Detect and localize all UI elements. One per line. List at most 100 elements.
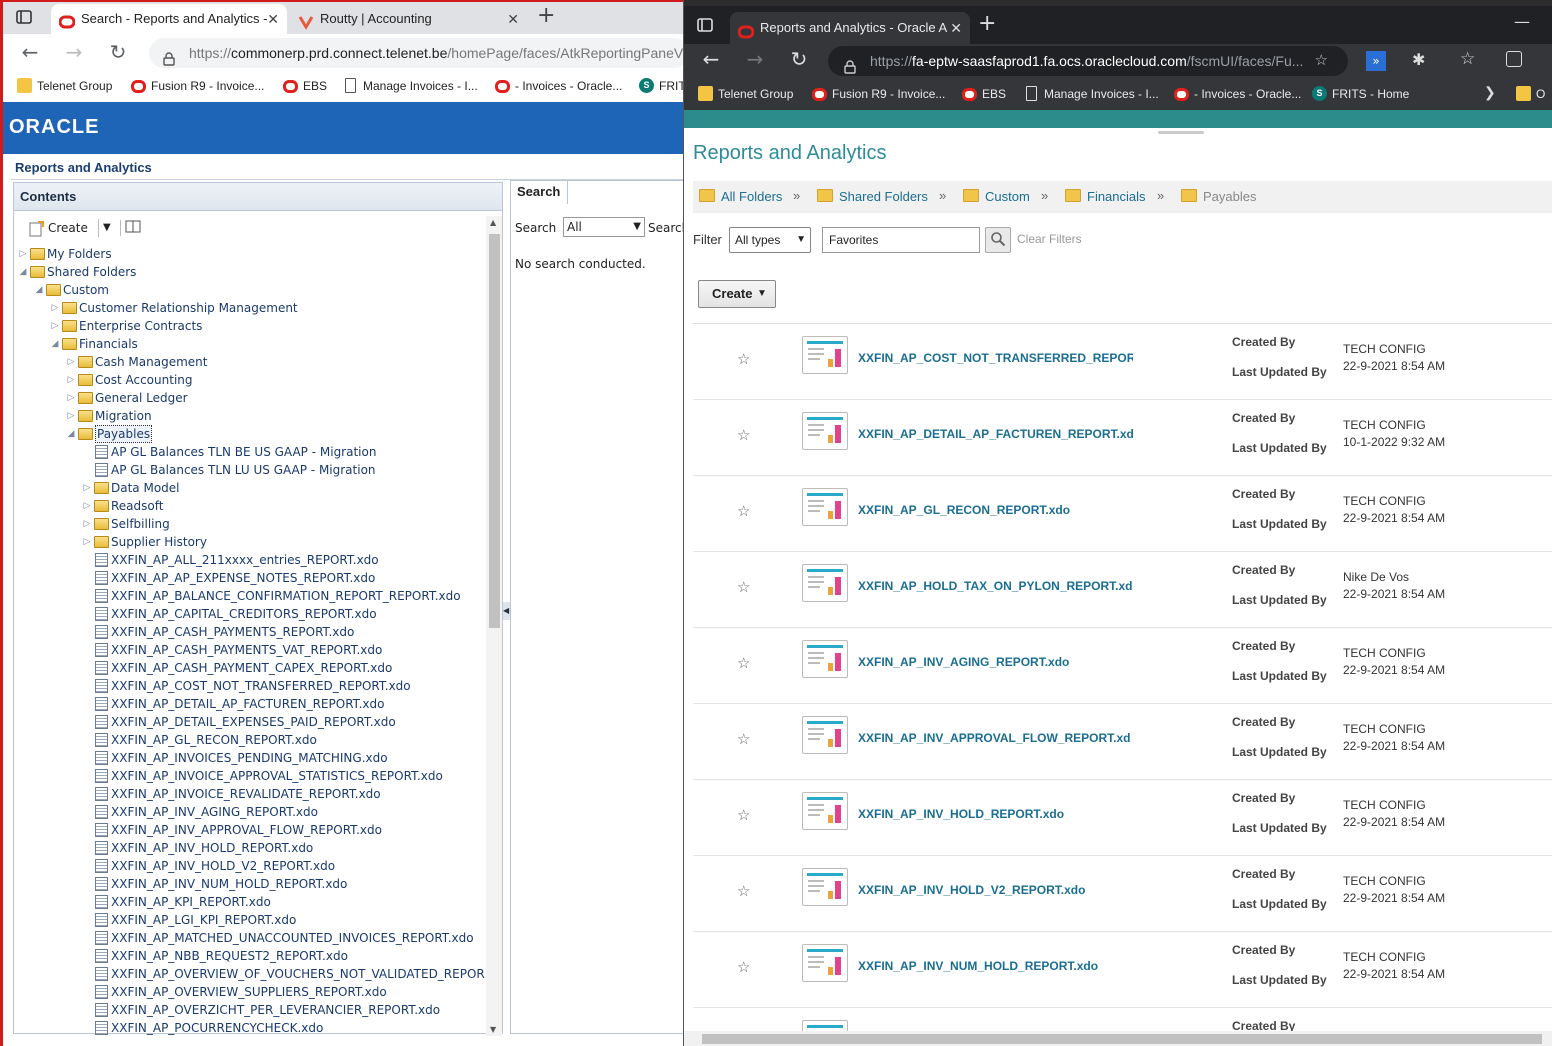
clear-filters-link[interactable]: Clear Filters xyxy=(1017,232,1082,246)
tab-search-reports[interactable]: Search - Reports and Analytics - ✕ xyxy=(51,4,287,34)
bookmark-telenet-group[interactable]: Telenet Group xyxy=(698,85,793,103)
reload-icon[interactable]: ↻ xyxy=(107,42,129,64)
tree-folder-item[interactable]: ▷ Selfbilling xyxy=(82,515,486,533)
scroll-up-icon[interactable]: ▲ xyxy=(490,218,496,227)
report-name-link[interactable]: XXFIN_AP_INV_NUM_HOLD_REPORT.xdo xyxy=(858,959,1133,973)
expanded-triangle-icon[interactable]: ◢ xyxy=(18,263,28,281)
collapsed-triangle-icon[interactable]: ▷ xyxy=(82,515,92,533)
tree-report-item[interactable]: XXFIN_AP_INVOICE_APPROVAL_STATISTICS_REP… xyxy=(82,767,486,785)
collapsed-triangle-icon[interactable]: ▷ xyxy=(82,479,92,497)
tree-report-item[interactable]: XXFIN_AP_BALANCE_CONFIRMATION_REPORT_REP… xyxy=(82,587,486,605)
report-name-link[interactable]: XXFIN_AP_DETAIL_AP_FACTUREN_REPORT.xd xyxy=(858,427,1133,441)
tree-report-item[interactable]: XXFIN_AP_INV_HOLD_V2_REPORT.xdo xyxy=(82,857,486,875)
favorite-star-icon[interactable]: ☆ xyxy=(737,806,750,824)
bookmark-manage-invoices[interactable]: Manage Invoices - I... xyxy=(1024,85,1159,103)
tree-report-item[interactable]: XXFIN_AP_INV_HOLD_REPORT.xdo xyxy=(82,839,486,857)
bookmark-ebs[interactable]: EBS xyxy=(962,85,1006,103)
more-bookmarks-icon[interactable]: ❯ xyxy=(1484,84,1496,101)
tree-report-item[interactable]: XXFIN_AP_LGI_KPI_REPORT.xdo xyxy=(82,911,486,929)
create-button[interactable]: Create xyxy=(48,221,88,235)
tree-report-item[interactable]: XXFIN_AP_INVOICE_REVALIDATE_REPORT.xdo xyxy=(82,785,486,803)
forward-icon[interactable]: → xyxy=(744,49,766,71)
report-name-link[interactable]: XXFIN_AP_COST_NOT_TRANSFERRED_REPOR xyxy=(858,351,1133,365)
report-thumbnail-icon[interactable] xyxy=(802,944,848,982)
back-icon[interactable]: ← xyxy=(700,49,722,71)
bookmark-frits-home[interactable]: S FRITS - Home xyxy=(1312,85,1409,103)
report-thumbnail-icon[interactable] xyxy=(802,488,848,526)
bookmark-telenet-group[interactable]: Telenet Group xyxy=(17,77,112,95)
favorite-star-icon[interactable]: ☆ xyxy=(737,426,750,444)
tree-scrollbar-thumb[interactable] xyxy=(489,234,500,628)
favorite-star-icon[interactable]: ☆ xyxy=(737,350,750,368)
report-name-link[interactable]: XXFIN_AP_INV_APPROVAL_FLOW_REPORT.xd xyxy=(858,731,1133,745)
search-button[interactable] xyxy=(985,227,1011,253)
tree-folder-item[interactable]: ▷ General Ledger xyxy=(66,389,486,407)
create-button[interactable]: Create ▼ xyxy=(698,280,776,308)
create-dropdown-icon[interactable]: ▼ xyxy=(98,219,111,237)
close-tab-icon[interactable]: ✕ xyxy=(950,12,962,44)
tree-report-item[interactable]: XXFIN_AP_POCURRENCYCHECK.xdo xyxy=(82,1019,486,1035)
reload-icon[interactable]: ↻ xyxy=(788,49,810,71)
breadcrumb-financials[interactable]: Financials xyxy=(1065,188,1146,206)
breadcrumb-shared-folders[interactable]: Shared Folders xyxy=(817,188,928,206)
breadcrumb-custom[interactable]: Custom xyxy=(963,188,1030,206)
bookmark-invoices-oracle[interactable]: - Invoices - Oracle... xyxy=(495,77,622,95)
collapsed-triangle-icon[interactable]: ▷ xyxy=(82,497,92,515)
bookmark-ebs[interactable]: EBS xyxy=(283,77,327,95)
tree-report-item[interactable]: XXFIN_AP_DETAIL_EXPENSES_PAID_REPORT.xdo xyxy=(82,713,486,731)
bookmark-fusion[interactable]: Fusion R9 - Invoice... xyxy=(131,77,264,95)
extension-icon[interactable]: » xyxy=(1366,51,1386,71)
back-icon[interactable]: ← xyxy=(19,42,41,64)
tree-folder-item[interactable]: ▷ My Folders xyxy=(18,245,486,263)
report-name-link[interactable]: XXFIN_AP_INV_HOLD_REPORT.xdo xyxy=(858,807,1133,821)
report-name-link[interactable]: XXFIN_AP_GL_RECON_REPORT.xdo xyxy=(858,503,1133,517)
favorite-star-icon[interactable]: ☆ xyxy=(737,730,750,748)
tree-report-item[interactable]: XXFIN_AP_CAPITAL_CREDITORS_REPORT.xdo xyxy=(82,605,486,623)
report-thumbnail-icon[interactable] xyxy=(802,716,848,754)
tree-report-item[interactable]: XXFIN_AP_NBB_REQUEST2_REPORT.xdo xyxy=(82,947,486,965)
address-bar[interactable]: https://commonerp.prd.connect.telenet.be… xyxy=(149,38,683,68)
tree-report-item[interactable]: XXFIN_AP_MATCHED_UNACCOUNTED_INVOICES_RE… xyxy=(82,929,486,947)
collapsed-triangle-icon[interactable]: ▷ xyxy=(66,389,76,407)
collapsed-triangle-icon[interactable]: ▷ xyxy=(66,371,76,389)
tree-report-item[interactable]: XXFIN_AP_DETAIL_AP_FACTUREN_REPORT.xdo xyxy=(82,695,486,713)
horizontal-scrollbar-thumb[interactable] xyxy=(702,1034,1542,1044)
report-name-link[interactable]: XXFIN_AP_INV_AGING_REPORT.xdo xyxy=(858,655,1133,669)
collapsed-triangle-icon[interactable]: ▷ xyxy=(82,533,92,551)
expanded-triangle-icon[interactable]: ◢ xyxy=(34,281,44,299)
report-thumbnail-icon[interactable] xyxy=(802,336,848,374)
collapse-arrow-icon[interactable]: ◀ xyxy=(503,602,510,620)
tree-report-item[interactable]: AP GL Balances TLN BE US GAAP - Migratio… xyxy=(82,443,486,461)
collapsed-triangle-icon[interactable]: ▷ xyxy=(50,317,60,335)
tree-report-item[interactable]: AP GL Balances TLN LU US GAAP - Migratio… xyxy=(82,461,486,479)
tree-report-item[interactable]: XXFIN_AP_INV_AGING_REPORT.xdo xyxy=(82,803,486,821)
tree-report-item[interactable]: XXFIN_AP_COST_NOT_TRANSFERRED_REPORT.xdo xyxy=(82,677,486,695)
scroll-down-icon[interactable]: ▼ xyxy=(490,1025,496,1034)
tree-report-item[interactable]: XXFIN_AP_OVERVIEW_OF_VOUCHERS_NOT_VALIDA… xyxy=(82,965,486,983)
tree-report-item[interactable]: XXFIN_AP_INV_NUM_HOLD_REPORT.xdo xyxy=(82,875,486,893)
expanded-triangle-icon[interactable]: ◢ xyxy=(66,425,76,443)
add-favorite-icon[interactable]: ☆ xyxy=(1315,46,1328,76)
tree-report-item[interactable]: XXFIN_AP_CASH_PAYMENTS_VAT_REPORT.xdo xyxy=(82,641,486,659)
tree-folder-item[interactable]: ◢ Payables xyxy=(66,425,486,443)
collapsed-triangle-icon[interactable]: ▷ xyxy=(66,407,76,425)
close-tab-icon[interactable]: ✕ xyxy=(267,4,279,34)
report-thumbnail-icon[interactable] xyxy=(802,412,848,450)
tree-report-item[interactable]: XXFIN_AP_OVERVIEW_SUPPLIERS_REPORT.xdo xyxy=(82,983,486,1001)
expanded-triangle-icon[interactable]: ◢ xyxy=(50,335,60,353)
tab-reports-analytics[interactable]: Reports and Analytics - Oracle A ✕ xyxy=(730,12,970,44)
collapsed-triangle-icon[interactable]: ▷ xyxy=(66,353,76,371)
search-scope-select[interactable]: All ▼ xyxy=(563,217,645,237)
tree-folder-item[interactable]: ▷ Migration xyxy=(66,407,486,425)
report-thumbnail-icon[interactable] xyxy=(802,640,848,678)
tree-folder-item[interactable]: ▷ Readsoft xyxy=(82,497,486,515)
address-bar[interactable]: https://fa-eptw-saasfaprod1.fa.ocs.oracl… xyxy=(828,46,1348,76)
report-name-link[interactable]: XXFIN_AP_HOLD_TAX_ON_PYLON_REPORT.xd xyxy=(858,579,1133,593)
puzzle-icon[interactable]: ✱ xyxy=(1412,50,1425,69)
report-name-link[interactable]: XXFIN_AP_INV_HOLD_V2_REPORT.xdo xyxy=(858,883,1133,897)
tab-search[interactable]: Search xyxy=(510,180,568,204)
favorite-star-icon[interactable]: ☆ xyxy=(737,882,750,900)
tree-report-item[interactable]: XXFIN_AP_OVERZICHT_PER_LEVERANCIER_REPOR… xyxy=(82,1001,486,1019)
favorite-star-icon[interactable]: ☆ xyxy=(737,578,750,596)
forward-icon[interactable]: → xyxy=(63,42,85,64)
